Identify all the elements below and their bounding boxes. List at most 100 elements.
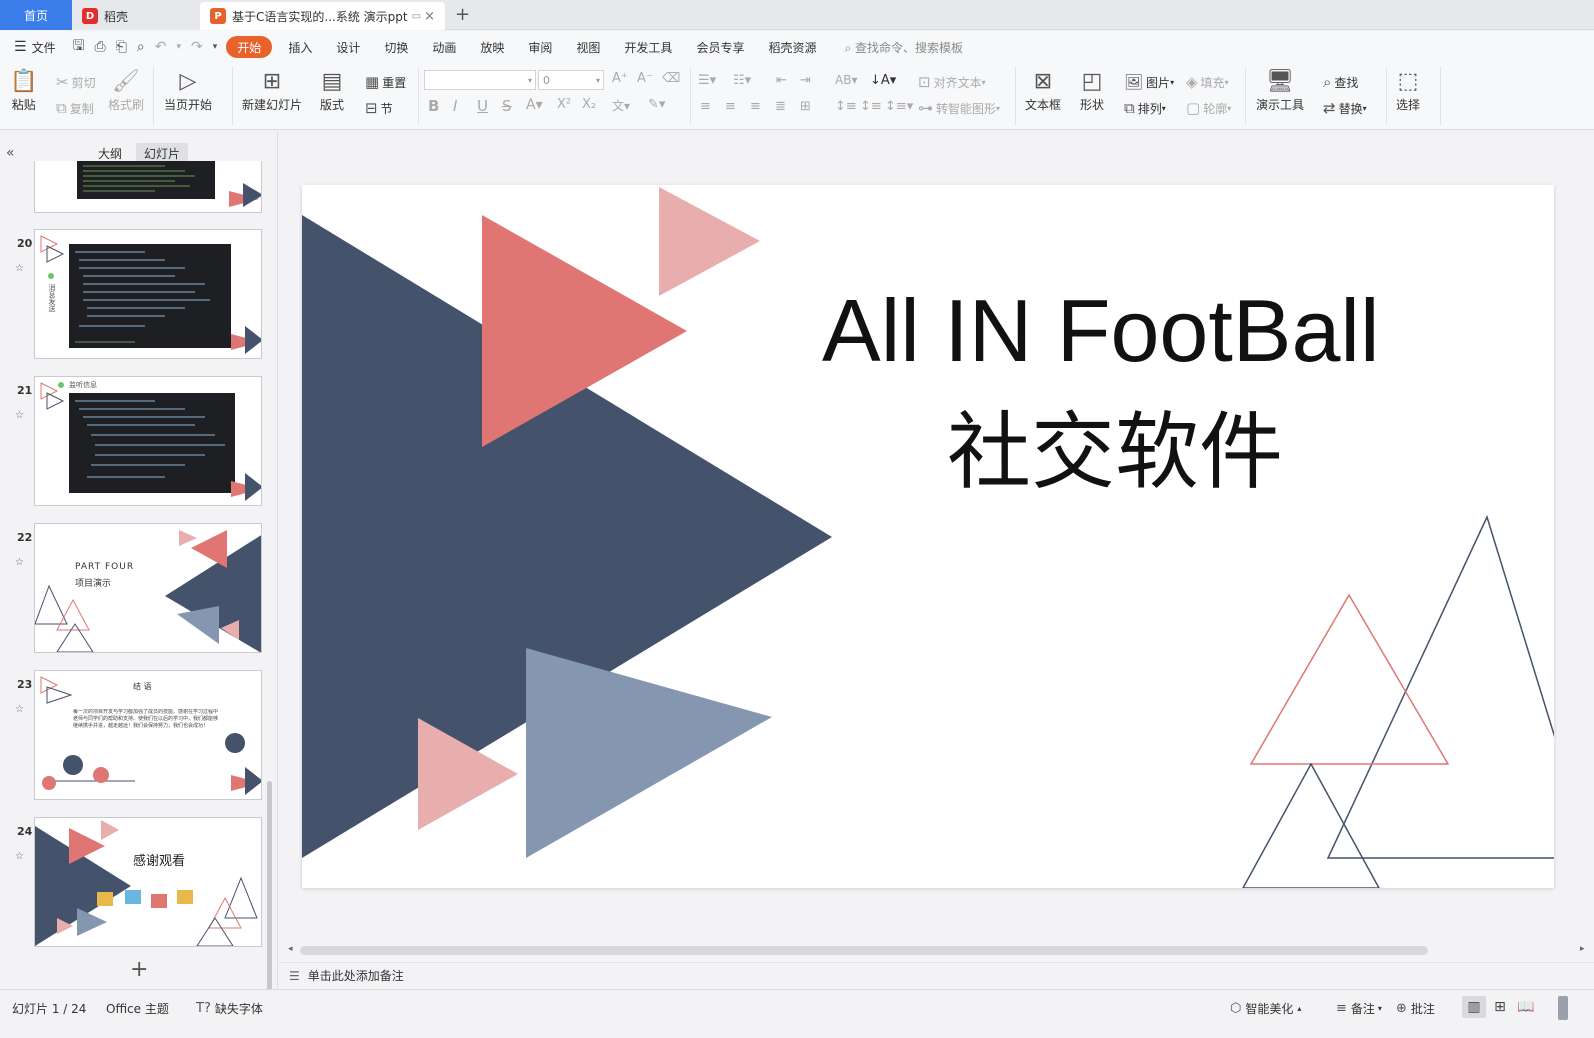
justify-icon[interactable]: ≣: [775, 99, 786, 114]
file-menu[interactable]: ☰ 文件: [0, 36, 68, 58]
smart-art-button[interactable]: ⊶ 转智能图形 ▾: [918, 99, 1000, 117]
font-color-icon[interactable]: A▾: [526, 97, 543, 113]
add-slide-button[interactable]: +: [130, 957, 148, 982]
align-text-button[interactable]: ⊡ 对齐文本 ▾: [918, 73, 986, 91]
undo-icon[interactable]: ↶: [150, 39, 172, 55]
theme-name[interactable]: Office 主题: [106, 1000, 169, 1017]
bullet-list-icon[interactable]: ☰▾: [698, 73, 716, 88]
find-button[interactable]: ⌕ 查找: [1323, 73, 1358, 91]
picture-button[interactable]: 🖼 图片 ▾: [1124, 73, 1174, 91]
bold-icon[interactable]: B: [428, 97, 439, 115]
font-family-select[interactable]: ▾: [424, 70, 536, 90]
slide-title-chinese[interactable]: 社交软件: [947, 385, 1283, 506]
smart-beautify-button[interactable]: ⬡ 智能美化 ▴: [1230, 1000, 1301, 1017]
format-painter-button[interactable]: 🖌 格式刷: [108, 69, 144, 113]
align-right-icon[interactable]: ≡: [750, 99, 761, 114]
comments-button[interactable]: ⊕ 批注: [1396, 1000, 1435, 1017]
increase-indent-icon[interactable]: ⇥: [800, 73, 811, 88]
slide-thumbnail-20[interactable]: 消息发送: [34, 229, 262, 359]
italic-icon[interactable]: I: [453, 97, 457, 115]
tab-close-icon[interactable]: ×: [424, 9, 435, 24]
menu-item-view[interactable]: 视图: [564, 36, 612, 58]
horizontal-scrollbar[interactable]: [300, 946, 1428, 955]
subscript-icon[interactable]: X₂: [582, 97, 596, 112]
tab-home[interactable]: 首页: [0, 0, 72, 30]
paste-button[interactable]: 📋 粘贴: [10, 69, 37, 113]
superscript-icon[interactable]: X²: [557, 97, 571, 112]
zoom-slider-handle[interactable]: [1558, 996, 1568, 1020]
menu-item-daoke-resources[interactable]: 稻壳资源: [756, 36, 828, 58]
command-search[interactable]: ⌕ 查找命令、搜索模板: [844, 39, 963, 56]
export-icon[interactable]: ⎙: [90, 39, 111, 55]
reset-button[interactable]: ▦ 重置: [365, 73, 406, 91]
phonetic-icon[interactable]: 文▾: [612, 97, 630, 114]
save-icon[interactable]: 🖫: [68, 35, 90, 59]
font-grow-icon[interactable]: A⁺: [612, 71, 628, 86]
normal-view-icon: ▥: [1467, 999, 1481, 1015]
menu-item-developer[interactable]: 开发工具: [612, 36, 684, 58]
highlight-icon[interactable]: ✎▾: [648, 97, 665, 112]
section-button[interactable]: ⊟ 节: [365, 99, 393, 117]
decrease-indent-icon[interactable]: ⇤: [776, 73, 787, 88]
menu-item-animation[interactable]: 动画: [420, 36, 468, 58]
distribute-icon[interactable]: ⊞: [800, 99, 811, 114]
undo-dropdown-icon[interactable]: ▾: [172, 42, 187, 52]
slide-thumbnail-23[interactable]: 结 语 每一次的项目开发与学习都加强了成员的技能。感谢在学习过程中老师与同学们的…: [34, 670, 262, 800]
slide-thumbnail-21[interactable]: 监听信息: [34, 376, 262, 506]
paragraph-spacing-icon[interactable]: ↕≡: [860, 99, 882, 114]
tab-document[interactable]: P 基于C语言实现的...系统 演示ppt ▭ ×: [200, 2, 445, 30]
slide-sorter-button[interactable]: ⊞: [1488, 996, 1512, 1018]
slide-title-english[interactable]: All IN FootBall: [822, 280, 1380, 382]
quick-access-dropdown-icon[interactable]: ▾: [208, 42, 223, 52]
menu-item-review[interactable]: 审阅: [516, 36, 564, 58]
tab-daoke[interactable]: D 稻壳: [72, 2, 200, 30]
align-left-icon[interactable]: ≡: [700, 99, 711, 114]
menu-item-start[interactable]: 开始: [226, 36, 273, 58]
slide-thumbnail-24[interactable]: 感谢观看: [34, 817, 262, 947]
clear-format-icon[interactable]: ⌫: [662, 71, 680, 86]
slide-thumbnail-22[interactable]: PART FOUR 项目演示: [34, 523, 262, 653]
menu-item-vip[interactable]: 会员专享: [684, 36, 756, 58]
menu-item-transition[interactable]: 切换: [372, 36, 420, 58]
align-center-icon[interactable]: ≡: [725, 99, 736, 114]
text-direction-icon[interactable]: AB▾: [835, 73, 857, 87]
strikethrough-icon[interactable]: S: [502, 97, 512, 115]
menu-item-insert[interactable]: 插入: [276, 36, 324, 58]
normal-view-button[interactable]: ▥: [1462, 996, 1486, 1018]
numbered-list-icon[interactable]: ☷▾: [733, 73, 751, 88]
fill-button[interactable]: ◈ 填充 ▾: [1186, 73, 1229, 91]
sort-icon[interactable]: ↓A▾: [870, 73, 896, 88]
new-slide-button[interactable]: ⊞ 新建幻灯片: [242, 69, 302, 113]
print-icon[interactable]: ⎗: [111, 39, 132, 55]
new-tab-button[interactable]: +: [455, 4, 470, 25]
shape-button[interactable]: ◰ 形状: [1080, 69, 1104, 113]
current-slide[interactable]: All IN FootBall 社交软件: [302, 185, 1554, 888]
text-box-button[interactable]: ⊠ 文本框: [1025, 69, 1061, 113]
preview-icon[interactable]: ⌕: [132, 39, 150, 55]
line-spacing-icon[interactable]: ↕≡: [835, 99, 857, 114]
font-size-select[interactable]: 0 ▾: [538, 70, 604, 90]
font-shrink-icon[interactable]: A⁻: [637, 71, 653, 86]
scroll-right-icon[interactable]: ▸: [1580, 944, 1585, 954]
replace-button[interactable]: ⇄ 替换 ▾: [1323, 99, 1367, 117]
start-from-current-button[interactable]: ▷ 当页开始: [164, 69, 212, 113]
notes-bar[interactable]: ☰ 单击此处添加备注: [279, 962, 1594, 988]
arrange-button[interactable]: ⧉ 排列 ▾: [1124, 99, 1166, 117]
copy-button[interactable]: ⧉ 复制: [56, 99, 94, 117]
presentation-tools-button[interactable]: 🖥 演示工具: [1256, 69, 1304, 113]
menu-item-slideshow[interactable]: 放映: [468, 36, 516, 58]
menu-item-design[interactable]: 设计: [324, 36, 372, 58]
column-spacing-icon[interactable]: ↕≡▾: [885, 99, 913, 114]
missing-font-button[interactable]: T? 缺失字体: [196, 1000, 263, 1017]
select-button[interactable]: ⬚ 选择: [1396, 69, 1420, 113]
outline-button[interactable]: ▢ 轮廓 ▾: [1186, 99, 1231, 117]
layout-button[interactable]: ▤ 版式: [320, 69, 344, 113]
collapse-panel-icon[interactable]: «: [6, 145, 15, 161]
notes-toggle-button[interactable]: ≡ 备注 ▾: [1336, 1000, 1382, 1017]
slide-thumbnail-19[interactable]: [34, 161, 262, 213]
redo-icon[interactable]: ↷: [186, 39, 208, 55]
cut-button[interactable]: ✂ 剪切: [56, 73, 96, 91]
scroll-left-icon[interactable]: ◂: [288, 944, 293, 954]
reading-view-button[interactable]: 📖: [1514, 996, 1538, 1018]
underline-icon[interactable]: U: [477, 97, 488, 115]
